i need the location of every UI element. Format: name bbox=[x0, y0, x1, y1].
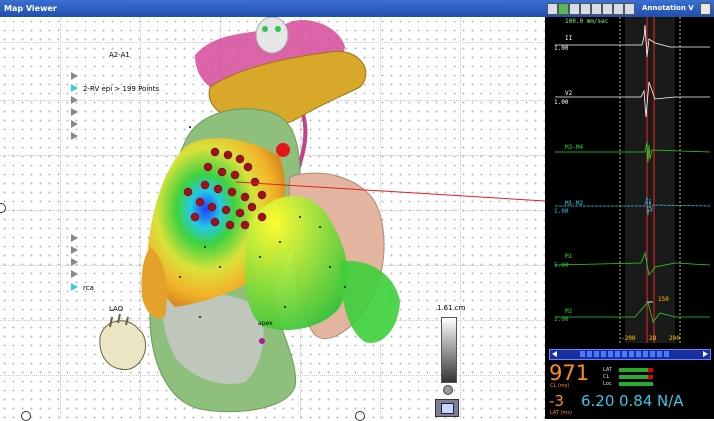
map-toggle-10[interactable] bbox=[71, 270, 78, 278]
resize-handle-bottom[interactable] bbox=[355, 411, 365, 421]
channel-name: M1 bbox=[565, 253, 573, 260]
points-label: 2-RV epi > 199 Points bbox=[83, 85, 160, 93]
window-title: Map Viewer bbox=[4, 4, 57, 13]
channel-gain: 5.00 bbox=[554, 262, 569, 269]
expand-icon bbox=[441, 403, 454, 414]
map-toggle-7[interactable] bbox=[71, 234, 78, 242]
annotation-titlebar[interactable]: Annotation V bbox=[545, 0, 714, 17]
map-toggle-3[interactable] bbox=[71, 96, 78, 104]
scroll-left-icon[interactable] bbox=[552, 351, 557, 357]
ecg-traces bbox=[554, 17, 711, 343]
voltage-value-1: 6.20 bbox=[581, 392, 615, 410]
toolbar-btn-7[interactable] bbox=[613, 3, 624, 15]
marker-label: 150 bbox=[658, 296, 669, 303]
lat-value: -3 bbox=[549, 392, 564, 410]
channel-name: M2 bbox=[565, 308, 573, 315]
time-scrollbar[interactable] bbox=[549, 349, 711, 360]
time-tick: -200 bbox=[621, 335, 636, 342]
resize-handle-bottom-left[interactable] bbox=[21, 411, 31, 421]
map-toggle-8[interactable] bbox=[71, 246, 78, 254]
channel-name: V2 bbox=[565, 90, 573, 97]
loc-bar bbox=[619, 382, 653, 386]
map-viewer-window: Map Viewer A2-A1 2-RV epi > 199 Points r… bbox=[0, 0, 545, 421]
channel-gain: 1.00 bbox=[554, 45, 569, 52]
toolbar-btn-3[interactable] bbox=[569, 3, 580, 15]
map-canvas[interactable]: A2-A1 2-RV epi > 199 Points rca LAO apex… bbox=[0, 17, 545, 419]
map-label: A2-A1 bbox=[109, 51, 130, 59]
metric-label-lat: LAT bbox=[603, 367, 612, 373]
measurement-panel: 971 CL (ms) LAT CL Loc -3 LAT (ms) 6.20 … bbox=[545, 343, 714, 419]
channel-gain: 1.00 bbox=[554, 316, 569, 323]
map-toggle-4[interactable] bbox=[71, 108, 78, 116]
toolbar-btn-4[interactable] bbox=[580, 3, 591, 15]
voltage-value-2: 0.84 bbox=[619, 392, 653, 410]
expand-button[interactable] bbox=[435, 399, 459, 417]
annotation-window-title: Annotation V bbox=[642, 4, 694, 12]
rca-label: rca bbox=[83, 284, 94, 292]
channel-name: II bbox=[565, 35, 573, 42]
time-tick: 200 bbox=[669, 335, 680, 342]
zoom-slider[interactable] bbox=[441, 317, 457, 383]
scroll-thumb[interactable] bbox=[580, 351, 670, 357]
channel-gain: 1.00 bbox=[554, 208, 569, 215]
lat-units: LAT (ms) bbox=[550, 410, 572, 416]
map-toggle-9[interactable] bbox=[71, 258, 78, 266]
toolbar-btn-1[interactable] bbox=[547, 3, 558, 15]
zoom-knob[interactable] bbox=[443, 385, 453, 395]
sweep-speed: 100.0 mm/sec bbox=[565, 18, 609, 25]
scroll-right-icon[interactable] bbox=[703, 351, 708, 357]
time-tick: 28 bbox=[649, 335, 657, 342]
close-icon[interactable] bbox=[700, 3, 711, 15]
lat-bar bbox=[619, 368, 653, 372]
channel-name: M1-M2 bbox=[565, 200, 584, 207]
scale-label: 1.61 cm bbox=[437, 304, 466, 312]
channel-name: M3-M4 bbox=[565, 144, 584, 151]
map-toggle-1[interactable] bbox=[71, 72, 78, 80]
map-toggle-5[interactable] bbox=[71, 120, 78, 128]
apex-label: apex bbox=[258, 320, 273, 327]
channel-gain: 1.00 bbox=[554, 99, 569, 106]
toolbar-btn-2[interactable] bbox=[558, 3, 569, 15]
metric-label-loc: Loc bbox=[603, 381, 612, 387]
map-toggle-rca[interactable] bbox=[71, 283, 78, 291]
heart-3d-map[interactable] bbox=[0, 17, 545, 419]
metric-label-cl: CL bbox=[603, 374, 610, 380]
cycle-length-value: 971 bbox=[549, 361, 590, 385]
toolbar-btn-6[interactable] bbox=[602, 3, 613, 15]
toolbar-btn-8[interactable] bbox=[624, 3, 635, 15]
map-toggle-rv-epi[interactable] bbox=[71, 84, 78, 92]
map-viewer-titlebar[interactable]: Map Viewer bbox=[0, 0, 545, 17]
view-label: LAO bbox=[109, 305, 124, 313]
annotation-viewer-window: Annotation V 100.0 mm/sec II 1.00 V2 1.0… bbox=[545, 0, 714, 419]
voltage-value-3: N/A bbox=[657, 392, 684, 410]
toolbar-btn-5[interactable] bbox=[591, 3, 602, 15]
map-toggle-6[interactable] bbox=[71, 132, 78, 140]
cl-units: CL (ms) bbox=[550, 383, 570, 389]
cl-bar bbox=[619, 375, 653, 379]
ecg-tracing-area[interactable]: 100.0 mm/sec II 1.00 V2 1.00 M3-M4 M1-M2… bbox=[545, 17, 714, 343]
